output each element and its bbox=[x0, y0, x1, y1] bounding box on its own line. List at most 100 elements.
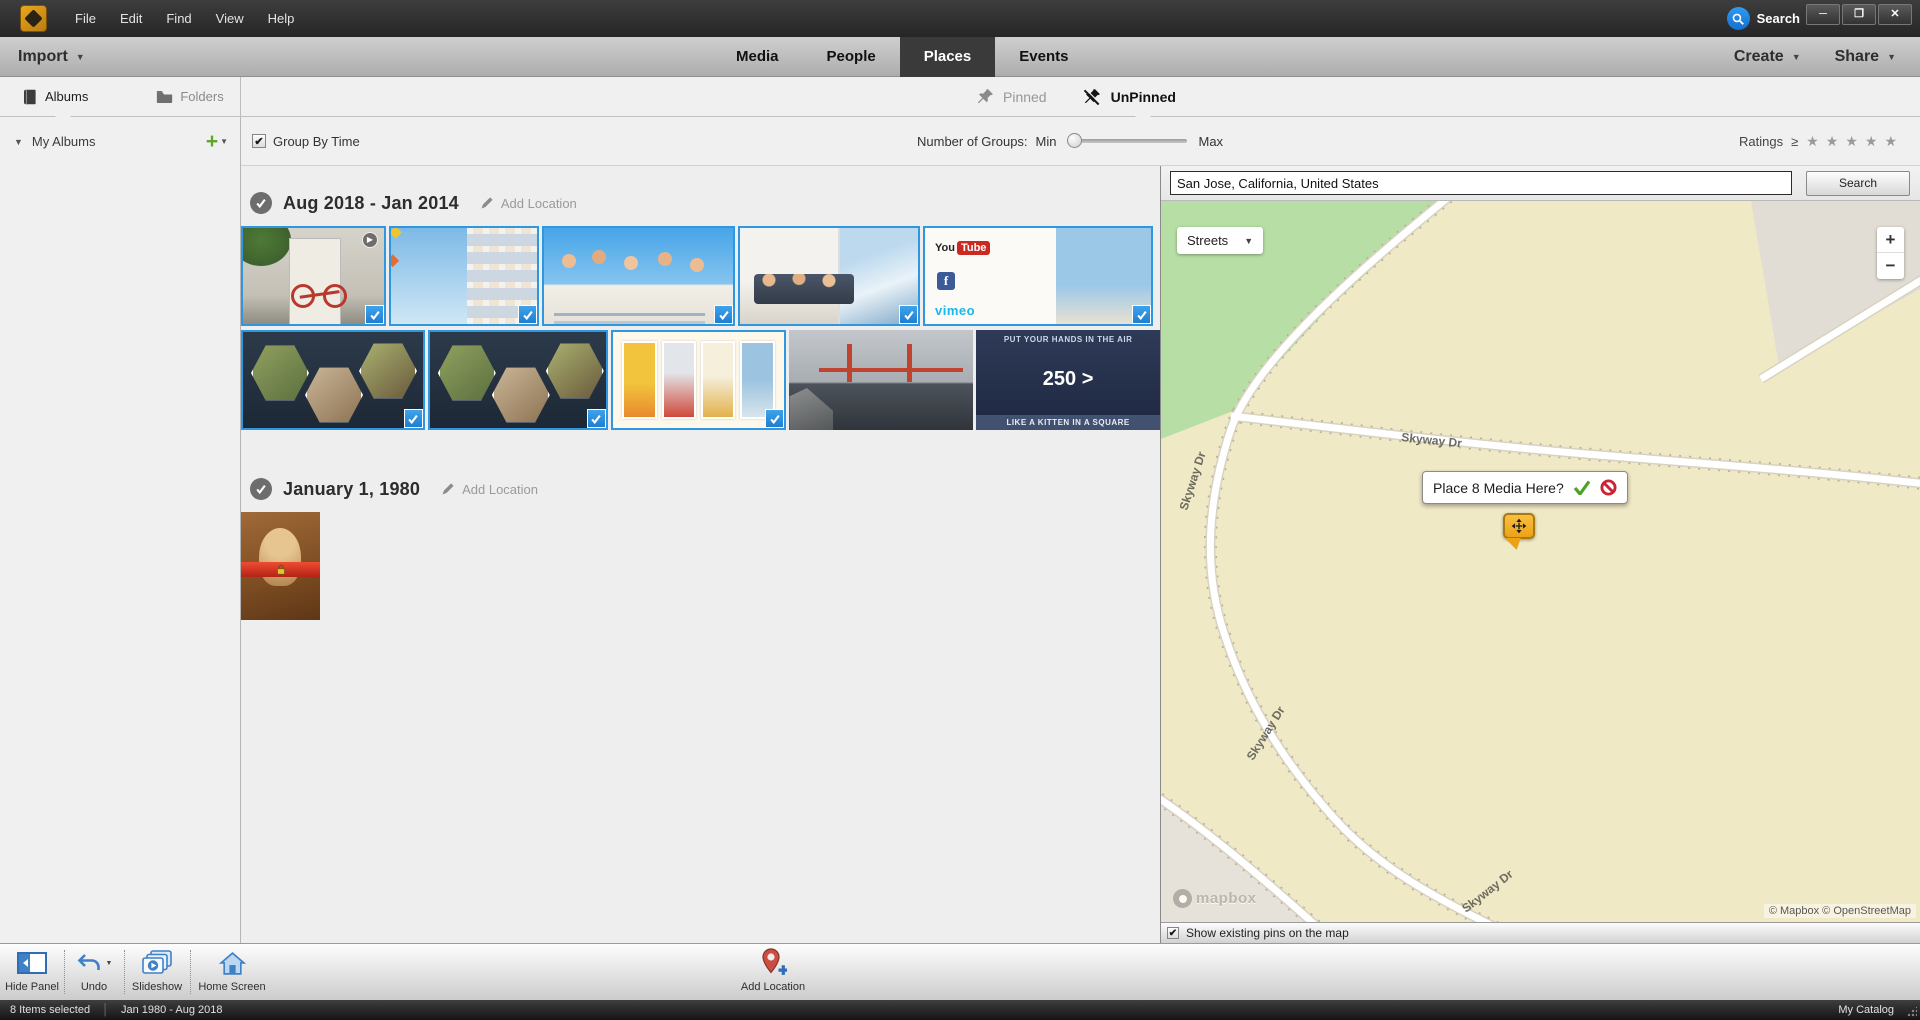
my-albums-label[interactable]: My Albums bbox=[32, 134, 96, 149]
collapse-triangle-icon[interactable]: ▼ bbox=[14, 137, 23, 147]
group-title: January 1, 1980 bbox=[283, 479, 420, 500]
minimize-button[interactable]: ─ bbox=[1806, 4, 1840, 25]
unpinned-toggle[interactable]: UnPinned bbox=[1081, 87, 1176, 107]
import-button[interactable]: Import ▼ bbox=[18, 48, 85, 66]
slideshow-label: Slideshow bbox=[132, 981, 182, 993]
map-style-value: Streets bbox=[1187, 233, 1228, 248]
search-label: Search bbox=[1757, 11, 1800, 26]
media-tile[interactable] bbox=[789, 330, 973, 430]
rating-stars[interactable]: ★★★★★ bbox=[1806, 133, 1904, 150]
hide-panel-icon bbox=[17, 949, 47, 977]
media-tile[interactable]: ▶ bbox=[241, 226, 386, 326]
chevron-down-icon: ▼ bbox=[76, 52, 85, 62]
status-bar: 8 Items selected │ Jan 1980 - Aug 2018 M… bbox=[0, 1000, 1920, 1020]
catalog-name: My Catalog bbox=[1838, 1004, 1894, 1016]
chevron-down-icon[interactable]: ▼ bbox=[106, 960, 113, 967]
selected-check-icon[interactable] bbox=[404, 409, 423, 428]
pinned-label: Pinned bbox=[1003, 89, 1047, 105]
youtube-logo: YouTube bbox=[935, 242, 990, 254]
media-tile[interactable] bbox=[389, 226, 539, 326]
menu-view[interactable]: View bbox=[204, 6, 256, 31]
ratings-filter[interactable]: Ratings ≥ ★★★★★ bbox=[1739, 133, 1904, 150]
tab-folders[interactable]: Folders bbox=[156, 89, 223, 104]
menu-help[interactable]: Help bbox=[256, 6, 307, 31]
confirm-check-icon[interactable] bbox=[1573, 480, 1591, 495]
map-style-dropdown[interactable]: Streets ▼ bbox=[1177, 227, 1263, 254]
tab-albums[interactable]: Albums bbox=[22, 89, 88, 105]
groups-slider[interactable] bbox=[1069, 139, 1187, 143]
media-tile[interactable] bbox=[611, 330, 787, 430]
media-tile[interactable] bbox=[241, 330, 425, 430]
pin-icon bbox=[975, 87, 995, 107]
media-tile-locked[interactable] bbox=[241, 512, 320, 620]
add-album-button[interactable]: + bbox=[206, 135, 218, 149]
selected-check-icon[interactable] bbox=[587, 409, 606, 428]
media-overflow-tile[interactable]: PUT YOUR HANDS IN THE AIR 250 > LIKE A K… bbox=[976, 330, 1160, 430]
number-of-groups-label: Number of Groups: bbox=[917, 134, 1028, 149]
selected-check-icon[interactable] bbox=[365, 305, 384, 324]
home-screen-label: Home Screen bbox=[198, 981, 265, 993]
zoom-out-button[interactable]: − bbox=[1877, 253, 1904, 279]
menu-find[interactable]: Find bbox=[154, 6, 203, 31]
create-button[interactable]: Create ▼ bbox=[1734, 48, 1801, 66]
map-attribution[interactable]: © Mapbox © OpenStreetMap bbox=[1764, 904, 1916, 918]
road-label: Skyway Dr bbox=[1401, 430, 1463, 450]
media-tile[interactable] bbox=[428, 330, 608, 430]
group-check-icon[interactable] bbox=[250, 192, 272, 214]
media-tile[interactable]: YouTube f vimeo bbox=[923, 226, 1153, 326]
menu-edit[interactable]: Edit bbox=[108, 6, 154, 31]
slideshow-icon bbox=[141, 949, 173, 977]
add-location-link[interactable]: Add Location bbox=[480, 196, 577, 211]
sub-nav: Albums Folders Pinned UnPinned bbox=[0, 77, 1920, 117]
folders-label: Folders bbox=[180, 89, 223, 104]
selected-check-icon[interactable] bbox=[899, 305, 918, 324]
zoom-in-button[interactable]: + bbox=[1877, 227, 1904, 253]
undo-button[interactable]: ▼ Undo bbox=[66, 949, 122, 993]
add-location-link[interactable]: Add Location bbox=[441, 482, 538, 497]
video-play-icon: ▶ bbox=[362, 232, 378, 248]
hide-panel-button[interactable]: Hide Panel bbox=[4, 949, 60, 993]
home-screen-button[interactable]: Home Screen bbox=[192, 949, 272, 993]
undo-label: Undo bbox=[81, 981, 107, 993]
tab-people[interactable]: People bbox=[803, 37, 900, 77]
search-button[interactable]: Search bbox=[1727, 7, 1800, 30]
selected-check-icon[interactable] bbox=[1132, 305, 1151, 324]
location-search-input[interactable] bbox=[1170, 171, 1792, 195]
chevron-down-icon[interactable]: ▼ bbox=[220, 137, 228, 146]
resize-grip[interactable] bbox=[1907, 1007, 1917, 1017]
group-by-time-checkbox[interactable]: ✔ Group By Time bbox=[252, 134, 360, 149]
selected-check-icon[interactable] bbox=[765, 409, 784, 428]
mapbox-logo[interactable]: mapbox bbox=[1173, 889, 1257, 908]
overflow-bottom-text: LIKE A KITTEN IN A SQUARE bbox=[976, 415, 1160, 430]
media-tile[interactable] bbox=[738, 226, 920, 326]
title-bar: File Edit Find View Help Search ─ ❐ ✕ bbox=[0, 0, 1920, 37]
map-search-button[interactable]: Search bbox=[1806, 171, 1910, 196]
checkbox-checked-icon: ✔ bbox=[252, 134, 266, 148]
show-pins-checkbox[interactable]: ✔ Show existing pins on the map bbox=[1161, 922, 1920, 943]
chevron-down-icon: ▼ bbox=[1792, 52, 1801, 62]
map-panel: Search bbox=[1160, 166, 1920, 943]
map-canvas[interactable]: Skyway Dr Skyway Dr Skyway Dr Skyway Dr … bbox=[1161, 200, 1920, 922]
share-button[interactable]: Share ▼ bbox=[1835, 48, 1896, 66]
selected-check-icon[interactable] bbox=[518, 305, 537, 324]
tab-media[interactable]: Media bbox=[712, 37, 803, 77]
tab-events[interactable]: Events bbox=[995, 37, 1092, 77]
add-location-button[interactable]: Add Location bbox=[733, 949, 813, 993]
cancel-prohibition-icon[interactable] bbox=[1600, 479, 1617, 496]
overflow-count[interactable]: 250 > bbox=[976, 368, 1160, 391]
pinned-toggle[interactable]: Pinned bbox=[975, 87, 1047, 107]
draggable-media-marker[interactable] bbox=[1503, 513, 1535, 539]
slider-thumb[interactable] bbox=[1067, 133, 1082, 148]
media-tile[interactable] bbox=[542, 226, 735, 326]
menu-file[interactable]: File bbox=[63, 6, 108, 31]
pin-slash-icon bbox=[1081, 87, 1103, 107]
chevron-down-icon: ▼ bbox=[1244, 236, 1253, 246]
maximize-button[interactable]: ❐ bbox=[1842, 4, 1876, 25]
tab-places[interactable]: Places bbox=[900, 37, 996, 77]
add-location-label: Add Location bbox=[741, 981, 805, 993]
selected-check-icon[interactable] bbox=[714, 305, 733, 324]
add-location-label: Add Location bbox=[501, 196, 577, 211]
group-check-icon[interactable] bbox=[250, 478, 272, 500]
slideshow-button[interactable]: Slideshow bbox=[126, 949, 188, 993]
close-button[interactable]: ✕ bbox=[1878, 4, 1912, 25]
